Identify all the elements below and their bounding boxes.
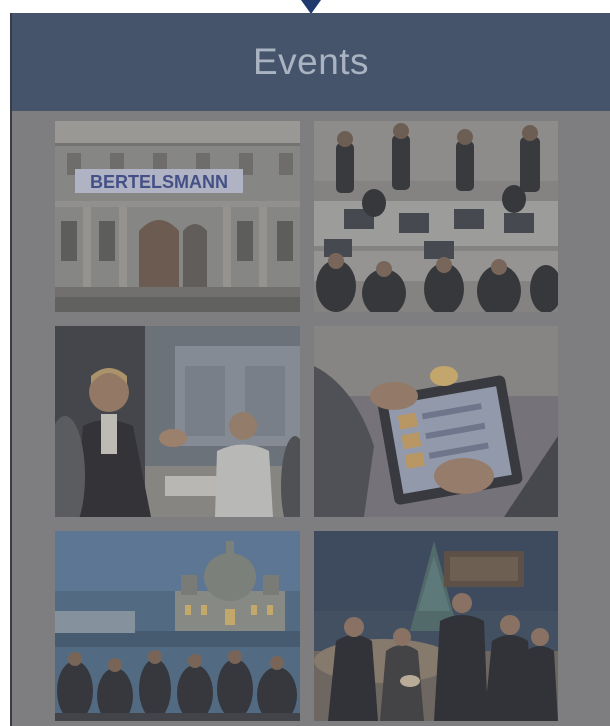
building-photo-icon: BERTELSMANN	[55, 121, 300, 312]
event-photo-lounge[interactable]	[314, 531, 558, 721]
night-terrace-photo-icon	[55, 531, 300, 721]
tablet-photo-icon	[314, 326, 558, 517]
event-photo-grid: BERTELSMANN	[55, 121, 558, 721]
event-photo-building[interactable]: BERTELSMANN	[55, 121, 300, 312]
workshop-photo-icon	[314, 121, 558, 312]
dropdown-pointer-icon	[301, 0, 321, 14]
banner-text: BERTELSMANN	[90, 172, 228, 192]
panel-title: Events	[252, 41, 370, 82]
events-panel: Events BERTELSMANN	[10, 13, 610, 726]
event-photo-night-terrace[interactable]	[55, 531, 300, 721]
presentation-photo-icon	[55, 326, 300, 517]
event-photo-presentation[interactable]	[55, 326, 300, 517]
event-photo-workshop[interactable]	[314, 121, 558, 312]
event-photo-tablet[interactable]	[314, 326, 558, 517]
panel-header: Events	[12, 13, 610, 111]
lounge-photo-icon	[314, 531, 558, 721]
